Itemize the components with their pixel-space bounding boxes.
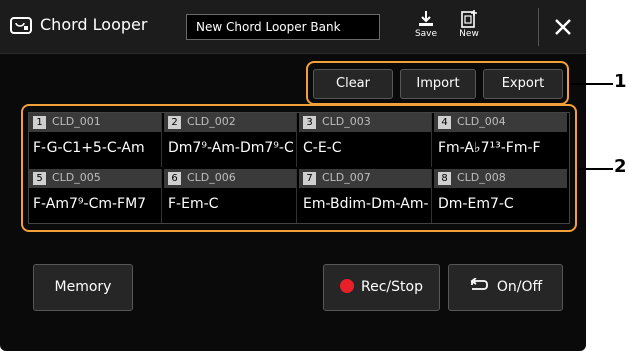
rec-stop-label: Rec/Stop: [361, 279, 423, 295]
slot-id: CLD_006: [187, 171, 236, 184]
callout-line-2: [578, 168, 613, 170]
slot-chords: C-E-C: [303, 140, 342, 156]
chord-slot-5[interactable]: 5 CLD_005 F-Am7⁹-Cm-FM7: [29, 169, 162, 223]
slot-id: CLD_002: [187, 115, 236, 128]
slot-id: CLD_001: [52, 115, 101, 128]
slot-number: 7: [303, 172, 316, 185]
slot-number: 1: [33, 116, 46, 129]
chord-slot-8[interactable]: 8 CLD_008 Dm-Em7-C: [434, 169, 567, 223]
slot-number: 5: [33, 172, 46, 185]
on-off-button[interactable]: On/Off: [448, 264, 563, 311]
slot-chords: Dm7⁹-Am-Dm7⁹-C: [168, 140, 294, 156]
loop-icon: [470, 278, 488, 290]
slot-id: CLD_005: [52, 171, 101, 184]
new-label: New: [459, 29, 479, 39]
title-bar: Chord Looper New Chord Looper Bank Save …: [0, 0, 586, 54]
new-icon: [461, 10, 477, 28]
clear-button[interactable]: Clear: [313, 69, 393, 99]
slot-id: CLD_007: [322, 171, 371, 184]
slot-number: 3: [303, 116, 316, 129]
slot-chords: F-Em-C: [168, 196, 219, 212]
slot-chords: F-Am7⁹-Cm-FM7: [33, 196, 147, 212]
chord-slot-2[interactable]: 2 CLD_002 Dm7⁹-Am-Dm7⁹-C: [164, 113, 297, 167]
chord-looper-icon: [10, 17, 32, 34]
new-button[interactable]: New: [451, 8, 487, 48]
export-button[interactable]: Export: [483, 69, 563, 99]
chord-slot-7[interactable]: 7 CLD_007 Em-Bdim-Dm-Am-: [299, 169, 432, 223]
slot-number: 4: [438, 116, 451, 129]
bank-name-field[interactable]: New Chord Looper Bank: [186, 14, 380, 40]
chord-slot-6[interactable]: 6 CLD_006 F-Em-C: [164, 169, 297, 223]
slot-id: CLD_008: [457, 171, 506, 184]
slot-chords: Em-Bdim-Dm-Am-: [303, 196, 429, 212]
chord-slot-1[interactable]: 1 CLD_001 F-G-C1+5-C-Am: [29, 113, 162, 167]
chord-slot-3[interactable]: 3 CLD_003 C-E-C: [299, 113, 432, 167]
slot-chords: F-G-C1+5-C-Am: [33, 140, 145, 156]
slot-number: 2: [168, 116, 181, 129]
save-icon: [419, 11, 433, 26]
callout-number-2: 2: [614, 156, 627, 177]
on-off-label: On/Off: [496, 279, 543, 295]
rec-stop-button[interactable]: Rec/Stop: [323, 264, 440, 311]
save-label: Save: [414, 29, 438, 39]
slot-number: 8: [438, 172, 451, 185]
chord-slot-4[interactable]: 4 CLD_004 Fm-A♭7¹³-Fm-F: [434, 113, 567, 167]
slot-chords: Dm-Em7-C: [438, 196, 514, 212]
slot-id: CLD_004: [457, 115, 506, 128]
import-button[interactable]: Import: [400, 69, 476, 99]
save-button[interactable]: Save: [408, 8, 444, 48]
callout-number-1: 1: [614, 71, 627, 92]
window-title: Chord Looper: [40, 15, 148, 34]
record-dot-icon: [340, 279, 355, 293]
chord-looper-window: Chord Looper New Chord Looper Bank Save …: [0, 0, 586, 351]
slot-id: CLD_003: [322, 115, 371, 128]
title-divider: [538, 8, 539, 46]
callout-line-1: [570, 83, 613, 85]
slot-chords: Fm-A♭7¹³-Fm-F: [438, 140, 541, 156]
close-icon[interactable]: [551, 15, 575, 39]
slot-number: 6: [168, 172, 181, 185]
chord-slot-grid: 1 CLD_001 F-G-C1+5-C-Am 2 CLD_002 Dm7⁹-A…: [28, 112, 570, 224]
memory-button[interactable]: Memory: [33, 264, 133, 311]
